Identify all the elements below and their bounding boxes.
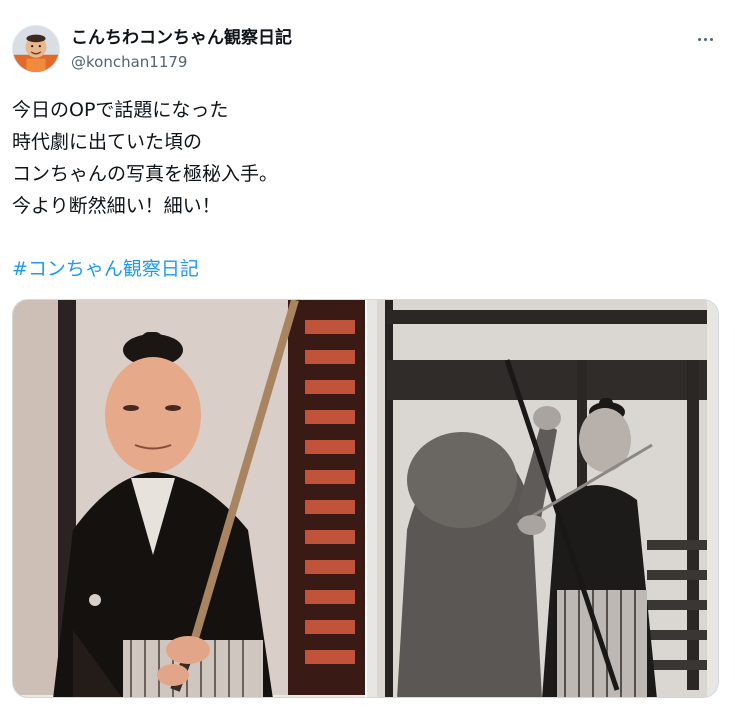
- author-names: こんちわコンちゃん観察日記 @konchan1179: [71, 27, 292, 72]
- tweet-text-line: 今日のOPで話題になった: [12, 99, 229, 121]
- sword-fight-photo-image: [367, 300, 718, 697]
- author-handle[interactable]: @konchan1179: [71, 52, 292, 72]
- more-horizontal-icon: [697, 37, 701, 41]
- author-display-name[interactable]: こんちわコンちゃん観察日記: [71, 27, 292, 49]
- tweet-text: 今日のOPで話題になった 時代劇に出ていた頃の コンちゃんの写真を極秘入手。 今…: [12, 94, 712, 222]
- tweet-card: こんちわコンちゃん観察日記 @konchan1179 今日のOPで話題になった …: [0, 0, 735, 712]
- more-options-button[interactable]: [691, 27, 719, 51]
- samurai-photo-image: [13, 300, 365, 697]
- photo-left[interactable]: [13, 300, 365, 697]
- avatar[interactable]: [12, 25, 60, 73]
- media-grid: [12, 299, 719, 698]
- tweet-text-line: コンちゃんの写真を極秘入手。: [12, 163, 279, 185]
- avatar-photo-icon: [13, 26, 59, 72]
- more-horizontal-icon: [703, 37, 707, 41]
- tweet-text-line: 今より断然細い！細い！: [12, 195, 221, 217]
- more-horizontal-icon: [709, 37, 713, 41]
- tweet-header: こんちわコンちゃん観察日記 @konchan1179: [12, 25, 723, 77]
- tweet-text-line: 時代劇に出ていた頃の: [12, 131, 203, 153]
- photo-right[interactable]: [367, 300, 718, 697]
- hashtag-link[interactable]: #コンちゃん観察日記: [12, 253, 199, 285]
